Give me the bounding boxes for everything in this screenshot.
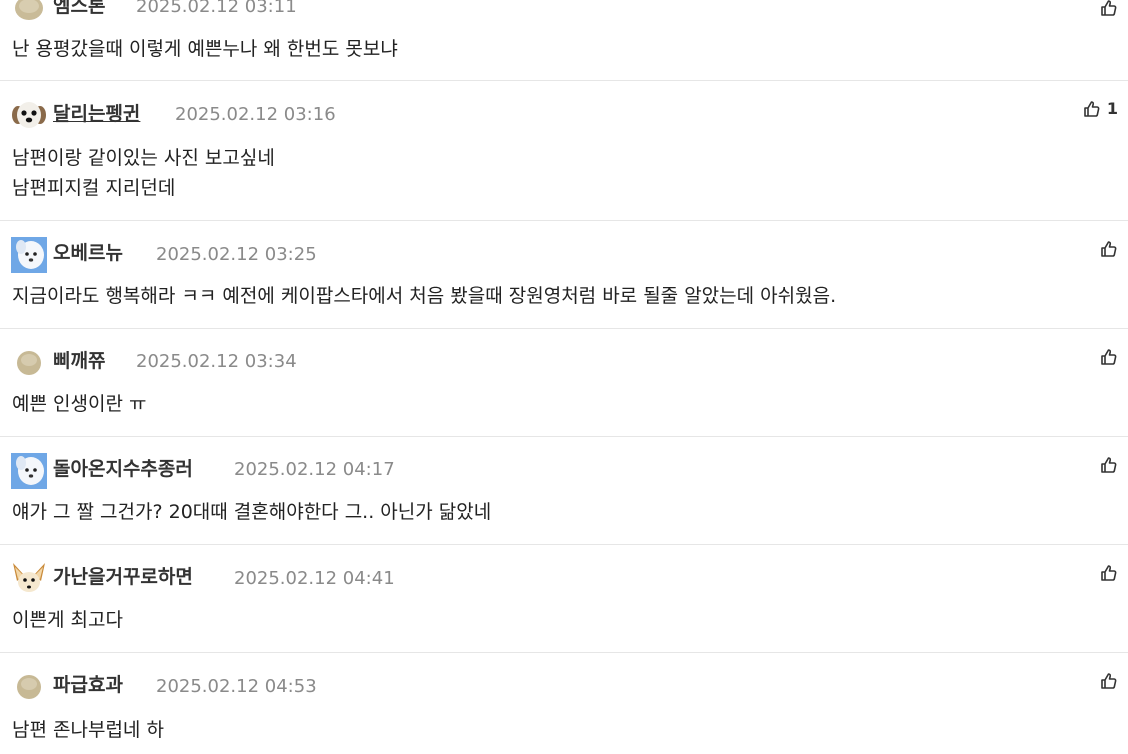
comment-line: 난 용평갔을때 이렇게 예쁜누나 왜 한번도 못보냐 bbox=[12, 38, 398, 60]
like-button[interactable] bbox=[1100, 563, 1118, 583]
comment-line: 남편이랑 같이있는 사진 보고싶네 bbox=[12, 147, 275, 169]
comment-item: 달리는펭귄 2025.02.12 03:16 1 남편이랑 같이있는 사진 보고… bbox=[0, 81, 1128, 221]
comment-item: 삐깨쮸 2025.02.12 03:34 예쁜 인생이란 ㅠ bbox=[0, 329, 1128, 437]
comment-nickname[interactable]: 달리는펭귄 bbox=[53, 102, 140, 126]
white-dog-avatar-icon[interactable] bbox=[11, 453, 47, 489]
comment-nickname[interactable]: 오베르뉴 bbox=[53, 241, 123, 265]
like-button[interactable] bbox=[1100, 671, 1118, 691]
thumbs-up-icon bbox=[1084, 101, 1100, 117]
thumbs-up-icon bbox=[1101, 349, 1117, 365]
comment-line: 얘가 그 짤 그건가? 20대때 결혼해야한다 그.. 아닌가 닮았네 bbox=[12, 501, 492, 523]
comment-timestamp: 2025.02.12 04:53 bbox=[156, 676, 317, 697]
like-button[interactable]: 1 bbox=[1083, 99, 1118, 119]
fennec-avatar-icon[interactable] bbox=[11, 561, 47, 597]
like-button[interactable] bbox=[1100, 0, 1118, 18]
comment-body: 얘가 그 짤 그건가? 20대때 결혼해야한다 그.. 아닌가 닮았네 bbox=[12, 497, 491, 527]
comment-item: 돌아온지수추종러 2025.02.12 04:17 얘가 그 짤 그건가? 20… bbox=[0, 437, 1128, 545]
comment-nickname[interactable]: 삐깨쮸 bbox=[53, 349, 105, 373]
comment-item: 파급효과 2025.02.12 04:53 남편 존나부럽네 하 bbox=[0, 653, 1128, 754]
thumbs-up-icon bbox=[1101, 457, 1117, 473]
white-dog-avatar-icon[interactable] bbox=[11, 237, 47, 273]
comment-item: 가난을거꾸로하면 2025.02.12 04:41 이쁜게 최고다 bbox=[0, 545, 1128, 653]
comment-body: 이쁜게 최고다 bbox=[12, 605, 123, 635]
comment-item: 엠스톤 2025.02.12 03:11 난 용평갔을때 이렇게 예쁜누나 왜 … bbox=[0, 0, 1128, 81]
beige-dot-avatar-icon[interactable] bbox=[11, 669, 47, 705]
comment-timestamp: 2025.02.12 04:41 bbox=[234, 568, 395, 589]
comment-timestamp: 2025.02.12 03:11 bbox=[136, 0, 297, 17]
comment-list: 엠스톤 2025.02.12 03:11 난 용평갔을때 이렇게 예쁜누나 왜 … bbox=[0, 0, 1128, 754]
like-count: 1 bbox=[1106, 99, 1118, 118]
thumbs-up-icon bbox=[1101, 241, 1117, 257]
comment-timestamp: 2025.02.12 03:34 bbox=[136, 351, 297, 372]
comment-nickname[interactable]: 엠스톤 bbox=[53, 0, 105, 18]
like-button[interactable] bbox=[1100, 455, 1118, 475]
comment-line: 예쁜 인생이란 ㅠ bbox=[12, 393, 147, 415]
comment-line: 남편 존나부럽네 하 bbox=[12, 719, 164, 741]
puppy-avatar-icon[interactable] bbox=[11, 97, 47, 133]
comment-line: 남편피지컬 지리던데 bbox=[12, 177, 176, 199]
comment-item: 오베르뉴 2025.02.12 03:25 지금이라도 행복해라 ㅋㅋ 예전에 … bbox=[0, 221, 1128, 329]
thumbs-up-icon bbox=[1101, 673, 1117, 689]
comment-body: 남편 존나부럽네 하 bbox=[12, 715, 164, 745]
like-button[interactable] bbox=[1100, 239, 1118, 259]
comment-timestamp: 2025.02.12 03:16 bbox=[175, 104, 336, 125]
beige-dot-avatar-icon[interactable] bbox=[11, 0, 47, 26]
comment-nickname[interactable]: 가난을거꾸로하면 bbox=[53, 565, 193, 589]
comment-timestamp: 2025.02.12 03:25 bbox=[156, 244, 317, 265]
comment-timestamp: 2025.02.12 04:17 bbox=[234, 459, 395, 480]
comment-line: 지금이라도 행복해라 ㅋㅋ 예전에 케이팝스타에서 처음 봤을때 장원영처럼 바… bbox=[12, 285, 837, 307]
comment-nickname[interactable]: 파급효과 bbox=[53, 673, 123, 697]
thumbs-up-icon bbox=[1101, 565, 1117, 581]
comment-line: 이쁜게 최고다 bbox=[12, 609, 123, 631]
comment-body: 난 용평갔을때 이렇게 예쁜누나 왜 한번도 못보냐 bbox=[12, 34, 398, 64]
beige-dot-avatar-icon[interactable] bbox=[11, 345, 47, 381]
thumbs-up-icon bbox=[1101, 0, 1117, 16]
comment-nickname[interactable]: 돌아온지수추종러 bbox=[53, 457, 193, 481]
comment-body: 지금이라도 행복해라 ㅋㅋ 예전에 케이팝스타에서 처음 봤을때 장원영처럼 바… bbox=[12, 281, 836, 311]
like-button[interactable] bbox=[1100, 347, 1118, 367]
comment-body: 예쁜 인생이란 ㅠ bbox=[12, 389, 146, 419]
comment-body: 남편이랑 같이있는 사진 보고싶네 남편피지컬 지리던데 bbox=[12, 143, 275, 203]
